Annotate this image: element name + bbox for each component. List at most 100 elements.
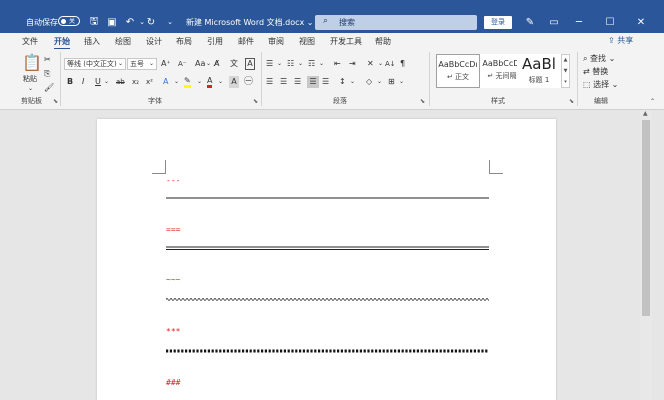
- ribbon-display-icon[interactable]: ▭: [545, 15, 563, 30]
- align-center-icon[interactable]: ☰: [280, 76, 287, 88]
- tab-layout[interactable]: 布局: [176, 36, 192, 47]
- tab-references[interactable]: 引用: [207, 36, 223, 47]
- copy-icon[interactable]: ⎘: [44, 68, 50, 80]
- font-color-icon[interactable]: A: [207, 76, 213, 88]
- text-effects-icon[interactable]: A: [163, 76, 168, 88]
- tab-help[interactable]: 帮助: [375, 36, 391, 47]
- character-shading-icon[interactable]: A: [229, 76, 239, 88]
- find-button[interactable]: ⌕ 查找 ⌄: [583, 53, 633, 65]
- distributed-icon[interactable]: ☰: [322, 76, 329, 88]
- font-color-dropdown-icon[interactable]: ⌄: [218, 76, 223, 88]
- vertical-scrollbar[interactable]: ▲: [640, 110, 652, 400]
- styles-gallery-scroll[interactable]: ▲ ▼ ▾: [561, 54, 570, 88]
- tab-design[interactable]: 设计: [146, 36, 162, 47]
- paragraph-launcher-icon[interactable]: ⬊: [420, 98, 425, 105]
- line-spacing-dropdown-icon[interactable]: ⌄: [350, 76, 355, 88]
- style-heading-1[interactable]: AaBl 标题 1: [517, 54, 561, 88]
- shading-icon[interactable]: ◇: [366, 76, 372, 88]
- justify-icon[interactable]: ☰: [307, 76, 319, 88]
- minimize-icon[interactable]: ─: [570, 15, 588, 30]
- font-size-dropdown-icon[interactable]: ⌄: [149, 59, 154, 69]
- autosave-toggle[interactable]: 关: [58, 16, 80, 26]
- subscript-icon[interactable]: x₂: [132, 76, 139, 88]
- dictation-icon[interactable]: ▣: [105, 15, 119, 29]
- font-name-combo[interactable]: 等线 (中文正文) ⌄: [64, 58, 126, 70]
- multilevel-list-dropdown-icon[interactable]: ⌄: [319, 58, 324, 70]
- tab-file[interactable]: 文件: [22, 36, 38, 47]
- character-border-icon[interactable]: A: [245, 58, 255, 70]
- borders-dropdown-icon[interactable]: ⌄: [399, 76, 404, 88]
- customize-quick-access-icon[interactable]: ⌄: [163, 15, 177, 29]
- bullets-icon[interactable]: ☰: [266, 58, 273, 70]
- increase-indent-icon[interactable]: ⇥: [349, 58, 356, 70]
- highlight-icon[interactable]: ✎: [184, 76, 191, 88]
- scrollbar-thumb[interactable]: [642, 120, 650, 316]
- underline-icon[interactable]: U: [95, 76, 101, 88]
- styles-down-icon[interactable]: ▼: [562, 66, 569, 77]
- share-button[interactable]: ⇪ 共享: [608, 35, 633, 46]
- bold-icon[interactable]: B: [67, 76, 73, 88]
- numbering-icon[interactable]: ☷: [287, 58, 294, 70]
- tab-review[interactable]: 审阅: [268, 36, 284, 47]
- change-case-dropdown-icon[interactable]: ⌄: [206, 58, 211, 70]
- text-effects-dropdown-icon[interactable]: ⌄: [174, 76, 179, 88]
- styles-more-icon[interactable]: ▾: [562, 77, 569, 88]
- style-normal[interactable]: AaBbCcDı ↵ 正文: [436, 54, 480, 88]
- close-icon[interactable]: ✕: [632, 15, 650, 30]
- chinese-layout-icon[interactable]: ✕: [367, 58, 374, 70]
- bullets-dropdown-icon[interactable]: ⌄: [277, 58, 282, 70]
- tab-insert[interactable]: 插入: [84, 36, 100, 47]
- superscript-icon[interactable]: x²: [146, 76, 153, 88]
- paste-dropdown-icon[interactable]: ⌄: [28, 83, 33, 95]
- show-marks-icon[interactable]: ¶: [400, 58, 405, 70]
- tab-mailings[interactable]: 邮件: [238, 36, 254, 47]
- clipboard-launcher-icon[interactable]: ⬊: [53, 98, 58, 105]
- replace-button[interactable]: ⇄ 替换: [583, 66, 633, 78]
- grow-font-icon[interactable]: A⁺: [161, 58, 171, 70]
- paste-icon[interactable]: 📋: [22, 54, 42, 72]
- line-spacing-icon[interactable]: ↕: [339, 76, 346, 88]
- styles-up-icon[interactable]: ▲: [562, 55, 569, 66]
- phonetic-guide-icon[interactable]: 文: [230, 58, 238, 70]
- save-icon[interactable]: 🖫: [87, 15, 101, 29]
- underline-dropdown-icon[interactable]: ⌄: [104, 76, 109, 88]
- align-left-icon[interactable]: ☰: [266, 76, 273, 88]
- numbering-dropdown-icon[interactable]: ⌄: [298, 58, 303, 70]
- tab-developer[interactable]: 开发工具: [330, 36, 362, 47]
- shrink-font-icon[interactable]: A⁻: [178, 58, 186, 70]
- pen-icon[interactable]: ✎: [521, 15, 539, 30]
- tab-view[interactable]: 视图: [299, 36, 315, 47]
- borders-icon[interactable]: ⊞: [388, 76, 395, 88]
- select-button[interactable]: ⬚ 选择 ⌄: [583, 79, 633, 91]
- multilevel-list-icon[interactable]: ☶: [308, 58, 315, 70]
- tab-home[interactable]: 开始: [54, 36, 70, 50]
- font-name-dropdown-icon[interactable]: ⌄: [118, 59, 123, 69]
- decrease-indent-icon[interactable]: ⇤: [334, 58, 341, 70]
- font-size-combo[interactable]: 五号 ⌄: [127, 58, 157, 70]
- align-right-icon[interactable]: ☰: [294, 76, 301, 88]
- strikethrough-icon[interactable]: ab: [116, 76, 125, 88]
- search-box[interactable]: ⌕: [315, 15, 477, 30]
- find-dropdown-icon[interactable]: ⌄: [606, 54, 616, 63]
- highlight-dropdown-icon[interactable]: ⌄: [197, 76, 202, 88]
- sort-icon[interactable]: A↓: [385, 58, 396, 70]
- maximize-icon[interactable]: ☐: [601, 15, 619, 30]
- chinese-layout-dropdown-icon[interactable]: ⌄: [378, 58, 383, 70]
- document-page[interactable]: --- === ~~~ *** ###: [97, 119, 556, 400]
- scroll-up-icon[interactable]: ▲: [643, 110, 648, 117]
- collapse-ribbon-icon[interactable]: ⌃: [650, 96, 655, 108]
- shading-dropdown-icon[interactable]: ⌄: [377, 76, 382, 88]
- search-input[interactable]: [339, 16, 469, 28]
- redo-icon[interactable]: ↻: [144, 15, 158, 29]
- select-dropdown-icon[interactable]: ⌄: [609, 80, 619, 89]
- change-case-icon[interactable]: Aa: [195, 58, 205, 70]
- format-painter-icon[interactable]: 🖌: [44, 82, 54, 94]
- document-title[interactable]: 新建 Microsoft Word 文档.docx ⌄: [186, 17, 314, 28]
- login-button[interactable]: 登录: [484, 16, 512, 29]
- tab-draw[interactable]: 绘图: [115, 36, 131, 47]
- enclose-characters-icon[interactable]: ㊀: [244, 76, 253, 88]
- italic-icon[interactable]: I: [82, 76, 84, 88]
- font-launcher-icon[interactable]: ⬊: [253, 98, 258, 105]
- clear-formatting-icon[interactable]: A̸: [214, 58, 219, 70]
- styles-launcher-icon[interactable]: ⬊: [569, 98, 574, 105]
